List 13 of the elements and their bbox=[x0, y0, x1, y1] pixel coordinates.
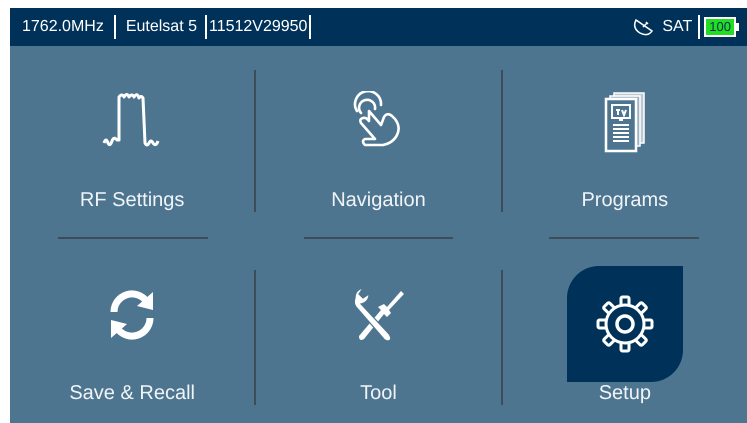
transponder-text: 11512V29950 bbox=[208, 18, 308, 36]
menu-item[interactable]: Save & Recall bbox=[69, 382, 195, 405]
menu-item[interactable]: Tool bbox=[360, 382, 397, 405]
menu-item[interactable]: Navigation bbox=[331, 189, 426, 212]
gear-icon bbox=[594, 293, 656, 355]
menu-item[interactable]: Setup bbox=[598, 382, 651, 405]
mode-text: SAT bbox=[662, 18, 692, 36]
frequency-text: 1762.0MHz bbox=[22, 18, 104, 36]
battery-indicator: 100 bbox=[704, 17, 736, 37]
menu-item[interactable]: Programs bbox=[581, 189, 668, 212]
satellite-name: Eutelsat 5 bbox=[126, 18, 197, 36]
satellite-dish-icon bbox=[632, 17, 654, 37]
menu-item[interactable]: RF Settings bbox=[80, 189, 184, 212]
